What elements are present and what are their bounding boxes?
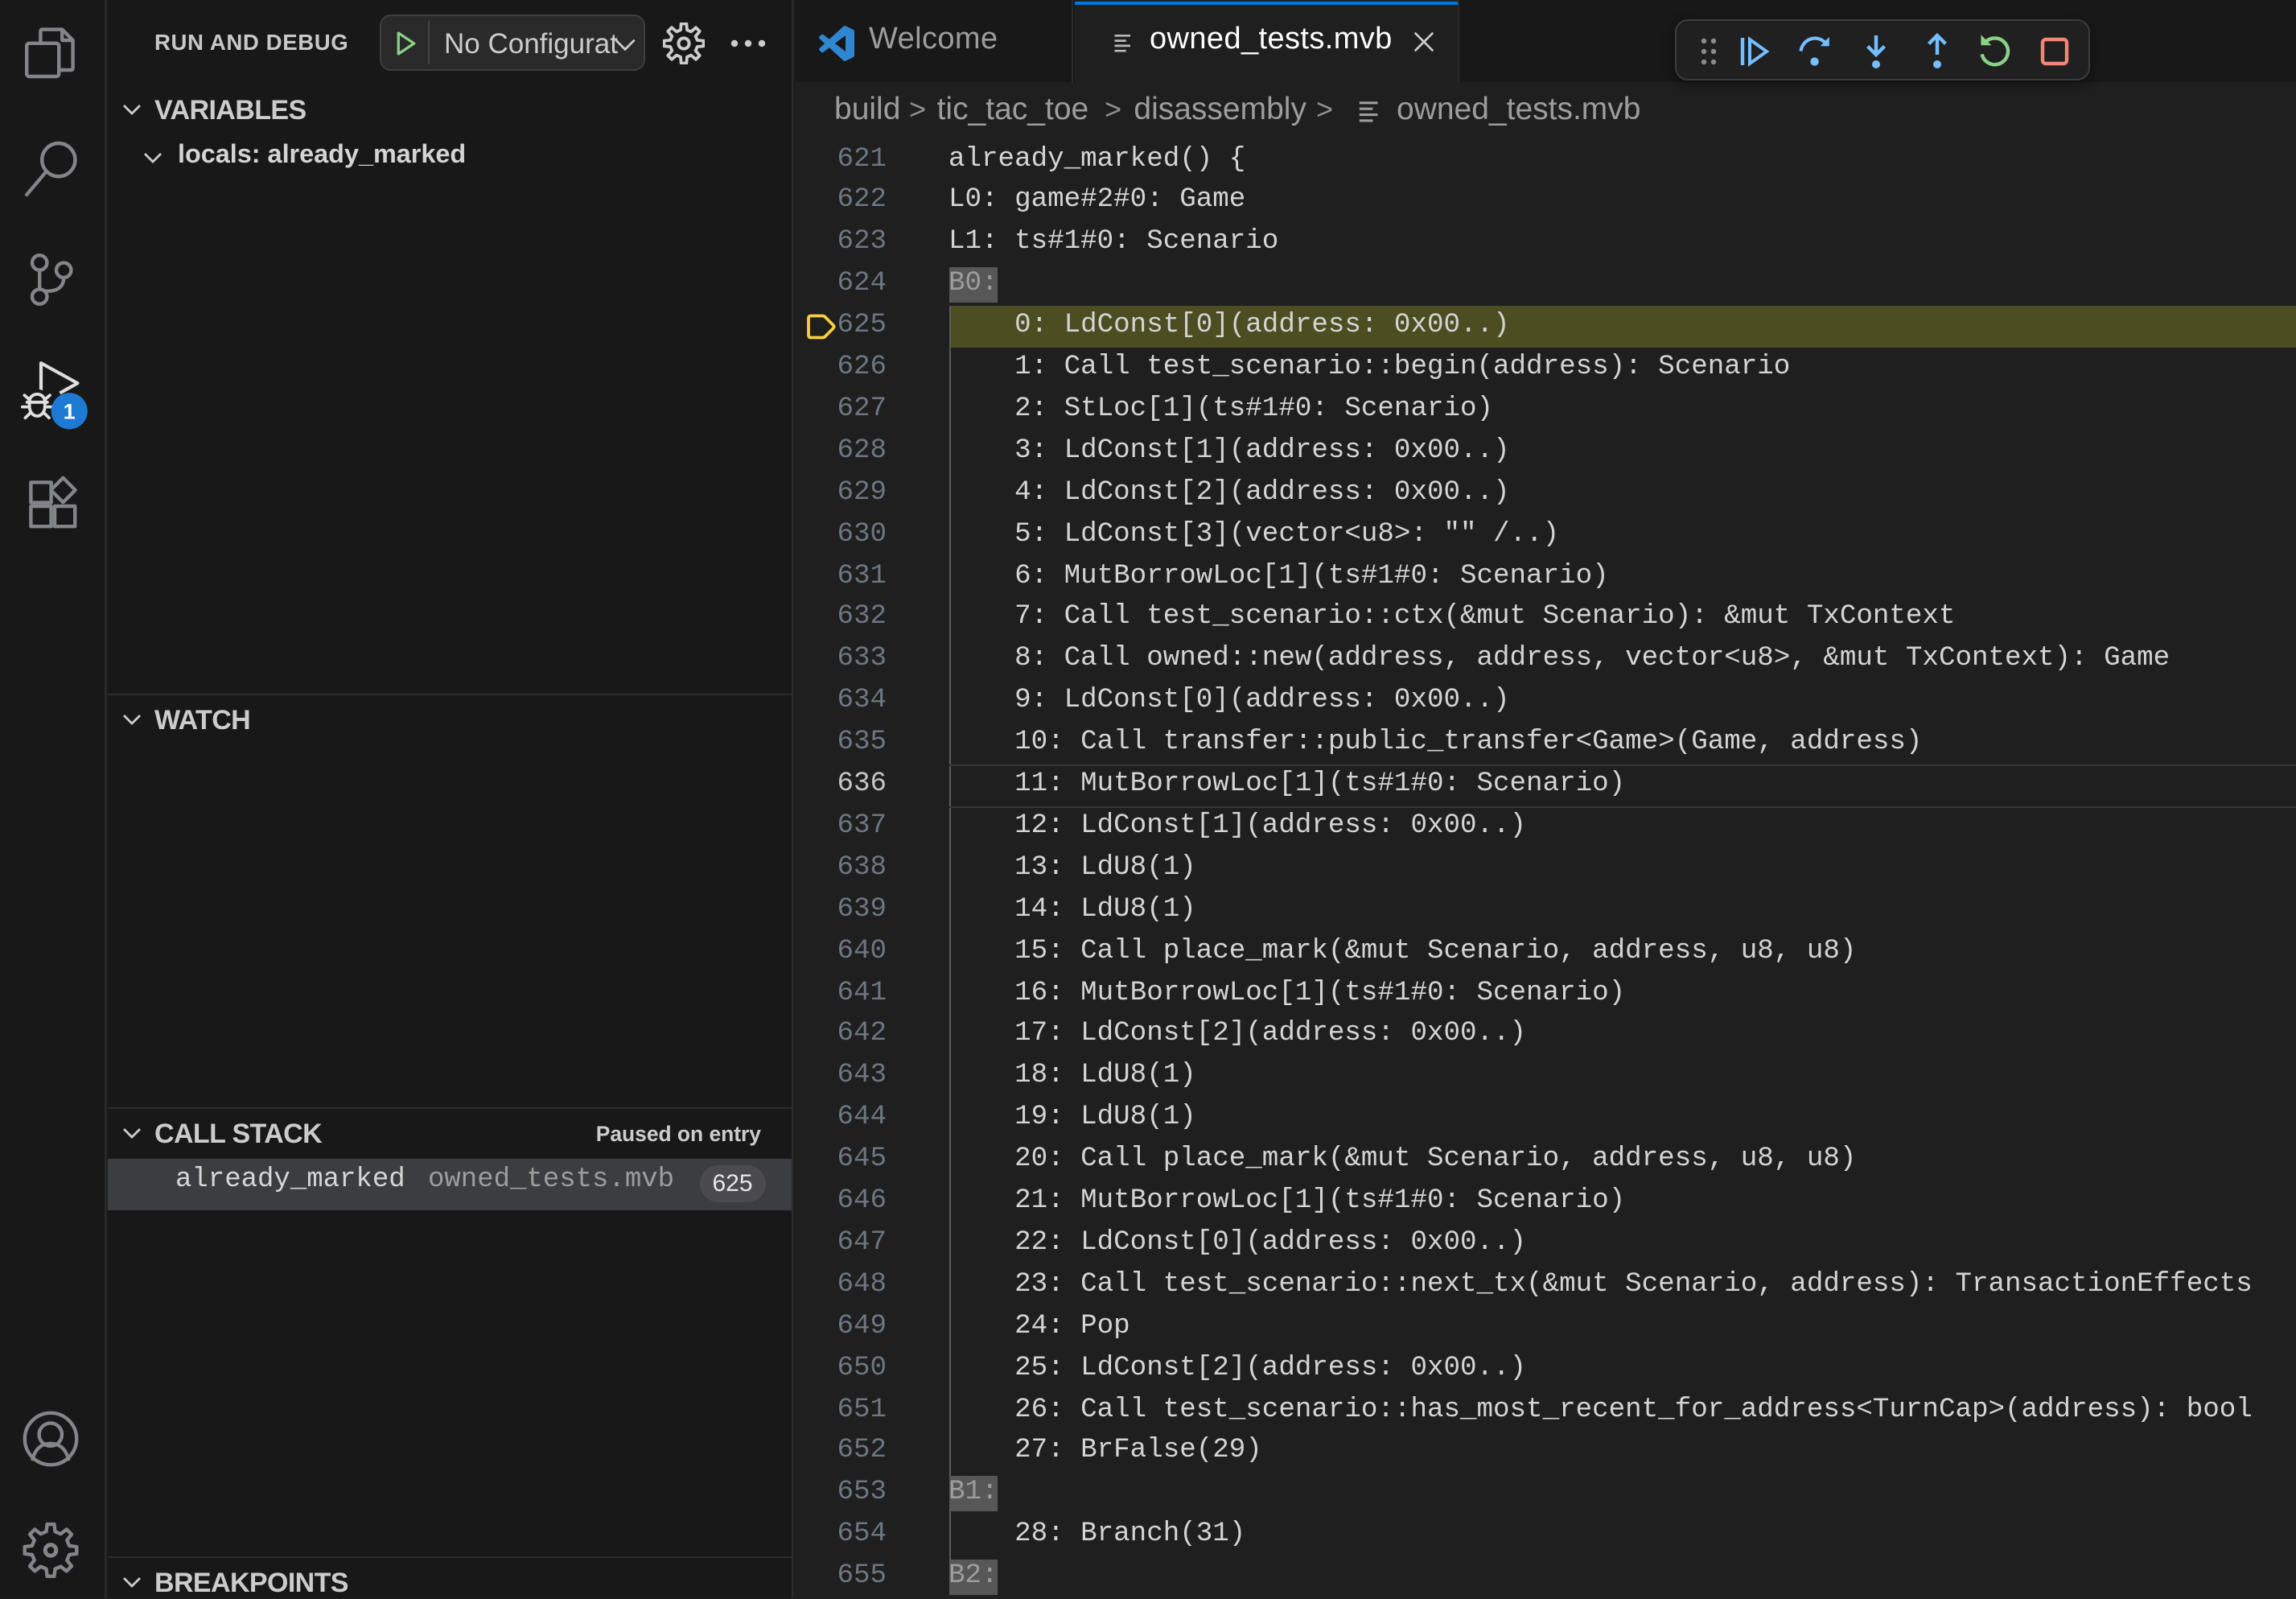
svg-text:1: 1 [64, 400, 76, 424]
